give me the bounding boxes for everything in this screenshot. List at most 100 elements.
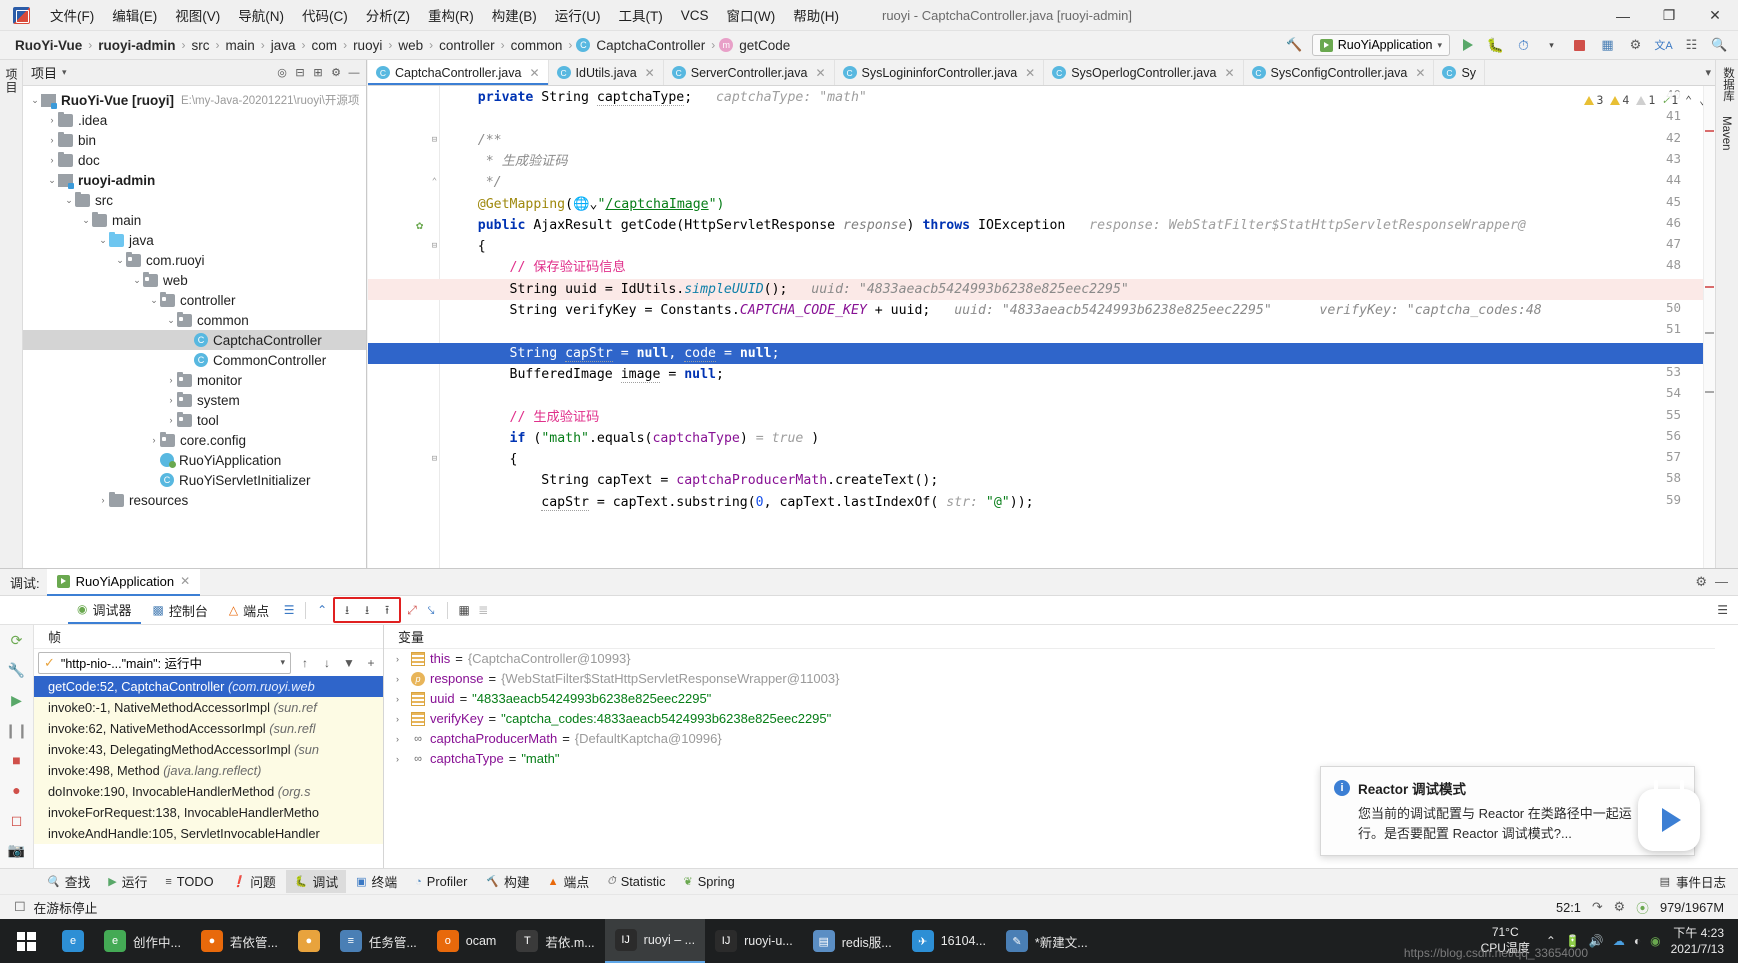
taskbar-app[interactable]: ▤ redis服... — [803, 919, 902, 963]
taskbar-app[interactable]: o ocam — [427, 919, 507, 963]
tree-item[interactable]: › monitor — [23, 370, 366, 390]
editor-tab[interactable]: C ServerController.java ✕ — [663, 60, 835, 85]
close-icon[interactable]: ✕ — [815, 66, 825, 80]
tree-twisty-icon[interactable]: ⌄ — [148, 295, 160, 306]
close-icon[interactable]: ✕ — [529, 66, 539, 80]
tree-twisty-icon[interactable]: › — [165, 375, 177, 385]
code-line[interactable]: BufferedImage image = null; — [440, 364, 724, 385]
menu-item-code[interactable]: 代码(C) — [293, 1, 357, 29]
gear-icon[interactable]: ⚙ — [328, 65, 344, 81]
editor-tab[interactable]: C SysConfigController.java ✕ — [1243, 60, 1435, 85]
settings-wrench-icon[interactable]: 🔧 — [0, 655, 33, 685]
tool-window-button[interactable]: 🔨 构建 — [477, 870, 537, 893]
tree-twisty-icon[interactable]: › — [165, 415, 177, 425]
tree-twisty-icon[interactable]: › — [46, 115, 58, 125]
breadcrumb-item-src[interactable]: src — [190, 38, 212, 53]
menu-item-help[interactable]: 帮助(H) — [784, 1, 848, 29]
code-line[interactable]: if ("math".equals(captchaType) = true ) — [440, 428, 820, 449]
frame-down-icon[interactable]: ↓ — [319, 653, 335, 673]
chrome-tray-icon[interactable]: ◉ — [1650, 933, 1660, 949]
tree-item[interactable]: › .idea — [23, 110, 366, 130]
branch-icon[interactable]: ⦿ — [1636, 898, 1649, 917]
resume-program-icon[interactable]: ▶ — [0, 685, 33, 715]
code-line[interactable]: // 生成验证码 — [440, 407, 600, 428]
tree-twisty-icon[interactable]: ⌄ — [63, 195, 75, 206]
memory-indicator[interactable]: 979/1967M — [1660, 900, 1724, 915]
layout-settings-icon[interactable]: ☰ — [281, 600, 297, 620]
tool-window-button[interactable]: ≡ TODO — [157, 872, 221, 891]
taskbar-app[interactable]: T 若依.m... — [506, 919, 604, 963]
tree-twisty-icon[interactable]: ⌄ — [46, 175, 58, 186]
code-line[interactable]: /** — [440, 130, 502, 151]
menu-item-refactor[interactable]: 重构(R) — [419, 1, 483, 29]
taskbar-apps[interactable]: e e 创作中... ● 若依管... ● ≡ 任务管... o ocam T 若依.m... IJ ru… — [52, 919, 1098, 963]
frame-up-icon[interactable]: ↑ — [297, 653, 313, 673]
taskbar-app[interactable]: IJ ruoyi-u... — [705, 919, 803, 963]
breadcrumb-item-common[interactable]: common — [509, 38, 565, 53]
show-execution-point-icon[interactable]: ⌃ — [314, 600, 330, 620]
variable-row[interactable]: › p response = {WebStatFilter$StatHttpServle… — [384, 669, 1715, 689]
code-fold-icon[interactable]: ⊟ — [430, 241, 439, 251]
editor-tab[interactable]: C Sy — [1434, 60, 1486, 85]
code-line[interactable]: { — [440, 449, 518, 470]
variable-row[interactable]: › ∞ captchaProducerMath = {DefaultKaptcha@10… — [384, 729, 1715, 749]
tree-item[interactable]: ⌄ src — [23, 190, 366, 210]
tree-twisty-icon[interactable]: › — [396, 649, 406, 669]
tree-twisty-icon[interactable]: › — [97, 495, 109, 505]
breadcrumb-item-controller[interactable]: controller — [437, 38, 497, 53]
tree-twisty-icon[interactable]: › — [148, 435, 160, 445]
stack-frame-item[interactable]: getCode:52, CaptchaController (com.ruoyi… — [34, 676, 383, 697]
chevron-down-icon[interactable]: ▾ — [62, 67, 67, 78]
menu-item-edit[interactable]: 编辑(E) — [103, 1, 166, 29]
editor-tabs[interactable]: C CaptchaController.java ✕ C IdUtils.java ✕ C S… — [368, 60, 1715, 86]
thread-selector[interactable]: ✓ "http-nio-..."main": 运行中 ▾ — [38, 651, 291, 674]
close-icon[interactable]: ✕ — [1224, 66, 1234, 80]
tree-item[interactable]: ⌄ ruoyi-admin — [23, 170, 366, 190]
gear-icon[interactable]: ⚙ — [1695, 574, 1707, 590]
tool-window-button[interactable]: ▶ 运行 — [100, 870, 155, 893]
step-over-icon[interactable]: ⭳ — [339, 600, 355, 620]
code-fold-icon[interactable]: ⊟ — [430, 135, 439, 145]
run-button[interactable] — [1457, 35, 1478, 56]
project-tree[interactable]: ⌄ RuoYi-Vue [ruoyi] E:\my-Java-20201221\ru… — [23, 86, 366, 566]
inspection-widget[interactable]: 3 4 1 ✓1 ⌃ ⌄ — [1581, 92, 1709, 108]
editor-tab[interactable]: C SysOperlogController.java ✕ — [1044, 60, 1244, 85]
breadcrumb-item-web[interactable]: web — [396, 38, 425, 53]
code-content[interactable]: private String captchaType; captchaType:… — [368, 86, 1715, 568]
pause-program-icon[interactable]: ❙❙ — [0, 715, 33, 745]
tree-item[interactable]: C CommonController — [23, 350, 366, 370]
step-into-icon[interactable]: ⭳ — [359, 600, 375, 620]
menu-item-tools[interactable]: 工具(T) — [610, 1, 672, 29]
taskbar-app[interactable]: ● — [288, 919, 330, 963]
tool-window-button[interactable]: 🐛 调试 — [285, 870, 347, 893]
tool-button-project[interactable]: 项目 — [0, 60, 23, 102]
code-line[interactable] — [440, 108, 446, 129]
tree-item[interactable]: C RuoYiServletInitializer — [23, 470, 366, 490]
stack-frame-item[interactable]: doInvoke:190, InvocableHandlerMethod (or… — [34, 781, 383, 802]
tree-twisty-icon[interactable]: ⌄ — [80, 215, 92, 226]
code-line[interactable] — [440, 321, 446, 342]
onedrive-icon[interactable]: ☁ — [1613, 933, 1625, 949]
line-separator-icon[interactable]: ↷ — [1592, 899, 1603, 915]
tab-debugger[interactable]: ◉ 调试器 — [68, 597, 141, 624]
code-line[interactable]: */ — [440, 172, 502, 193]
editor-tab[interactable]: C IdUtils.java ✕ — [548, 60, 664, 85]
target-icon[interactable]: ◎ — [274, 65, 290, 81]
tree-twisty-icon[interactable]: › — [46, 135, 58, 145]
editor-tab[interactable]: C SysLogininforController.java ✕ — [834, 60, 1045, 85]
caret-position[interactable]: 52:1 — [1556, 900, 1581, 915]
editor-tabs-overflow[interactable]: ▾ — [1701, 60, 1715, 85]
close-icon[interactable]: ✕ — [1025, 66, 1035, 80]
taskbar-app[interactable]: ≡ 任务管... — [330, 919, 427, 963]
translate-icon[interactable]: 文A — [1653, 35, 1674, 56]
maximize-button[interactable]: ❐ — [1646, 0, 1692, 31]
step-out-icon[interactable]: ⭱ — [379, 600, 395, 620]
clock-time[interactable]: 下午 4:23 — [1673, 926, 1724, 940]
volume-icon[interactable]: 🔊 — [1589, 933, 1604, 949]
tree-twisty-icon[interactable]: ⌄ — [29, 95, 41, 106]
layout-icon[interactable]: ▦ — [1597, 35, 1618, 56]
run-with-coverage-button[interactable]: ⏱ — [1513, 35, 1534, 56]
evaluate-expression-icon[interactable]: ▦ — [456, 600, 472, 620]
force-step-into-icon[interactable]: ⤢ — [404, 600, 420, 620]
code-line[interactable]: // 保存验证码信息 — [440, 257, 626, 278]
